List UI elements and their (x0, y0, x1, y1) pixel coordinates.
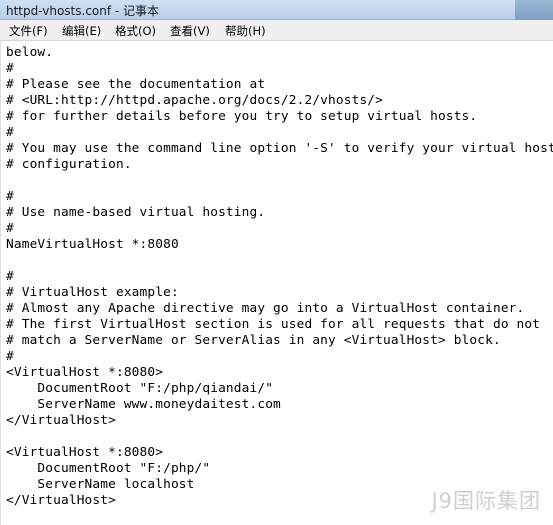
editor-line: </VirtualHost> (6, 493, 116, 508)
editor-line: ServerName localhost (6, 477, 195, 492)
editor-line: <VirtualHost *:8080> (6, 365, 164, 380)
editor-line: # You may use the command line option '-… (6, 141, 553, 156)
editor-line: # (6, 189, 14, 204)
menu-format[interactable]: 格式(O) (115, 23, 156, 39)
editor-line: DocumentRoot "F:/php/" (6, 461, 211, 476)
window-controls[interactable] (515, 0, 553, 20)
text-editor[interactable]: below. # # Please see the documentation … (0, 41, 553, 525)
editor-line: # (6, 221, 14, 236)
editor-line: # configuration. (6, 157, 132, 172)
editor-line: ServerName www.moneydaitest.com (6, 397, 281, 412)
watermark: J9国际集团 (431, 489, 541, 513)
menu-help[interactable]: 帮助(H) (225, 23, 266, 39)
menu-edit[interactable]: 编辑(E) (62, 23, 101, 39)
editor-line: </VirtualHost> (6, 413, 116, 428)
editor-line: # (6, 125, 14, 140)
menu-bar: 文件(F) 编辑(E) 格式(O) 查看(V) 帮助(H) (0, 20, 553, 41)
editor-line: <VirtualHost *:8080> (6, 445, 164, 460)
editor-line: # Please see the documentation at (6, 77, 266, 92)
menu-file[interactable]: 文件(F) (9, 23, 48, 39)
editor-line: # The first VirtualHost section is used … (6, 317, 541, 332)
window-title: httpd-vhosts.conf - 记事本 (6, 4, 160, 18)
editor-line: below. (6, 45, 54, 60)
editor-line: NameVirtualHost *:8080 (6, 237, 179, 252)
editor-line: # Almost any Apache directive may go int… (6, 301, 525, 316)
editor-line: # VirtualHost example: (6, 285, 179, 300)
editor-line: # (6, 61, 14, 76)
editor-line: # <URL:http://httpd.apache.org/docs/2.2/… (6, 93, 384, 108)
editor-line: # for further details before you try to … (6, 109, 478, 124)
title-bar[interactable]: httpd-vhosts.conf - 记事本 (0, 0, 553, 20)
editor-line: # (6, 269, 14, 284)
editor-line: DocumentRoot "F:/php/qiandai/" (6, 381, 274, 396)
editor-line: # (6, 349, 14, 364)
notepad-window: httpd-vhosts.conf - 记事本 文件(F) 编辑(E) 格式(O… (0, 0, 553, 525)
editor-line: # Use name-based virtual hosting. (6, 205, 266, 220)
menu-view[interactable]: 查看(V) (170, 23, 210, 39)
editor-line: # match a ServerName or ServerAlias in a… (6, 333, 501, 348)
